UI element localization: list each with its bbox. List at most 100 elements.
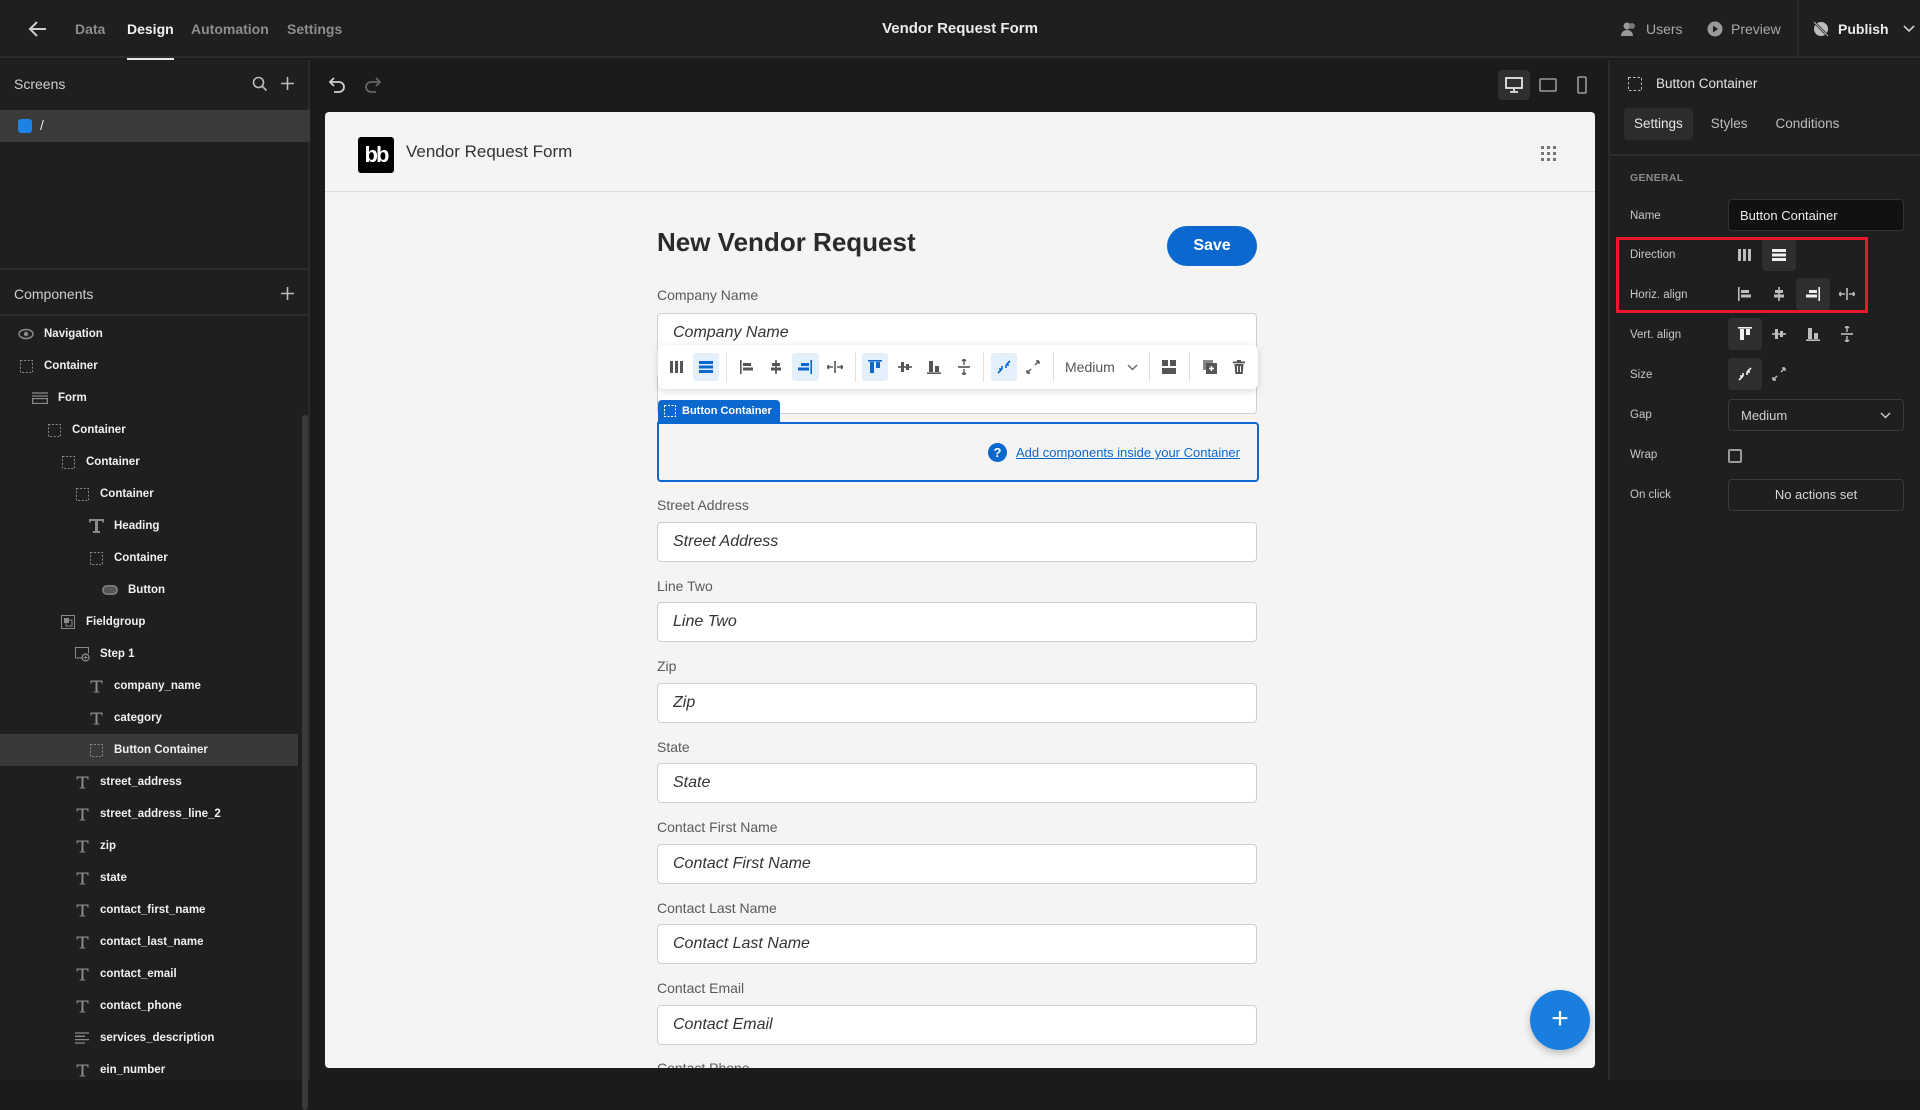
valign-top-button[interactable] xyxy=(862,353,889,381)
grid-menu-icon[interactable] xyxy=(1541,146,1557,162)
button-container-dropzone[interactable]: ? Add components inside your Container xyxy=(657,422,1259,482)
tree-item[interactable]: Heading xyxy=(0,510,298,542)
tab-settings-panel[interactable]: Settings xyxy=(1624,108,1693,140)
tab-settings[interactable]: Settings xyxy=(287,0,342,58)
tab-conditions[interactable]: Conditions xyxy=(1766,108,1850,140)
button-icon xyxy=(102,582,118,598)
tree-item[interactable]: Container xyxy=(0,446,298,478)
tab-styles[interactable]: Styles xyxy=(1701,108,1758,140)
tree-item[interactable]: Button xyxy=(0,574,298,606)
wrap-checkbox[interactable] xyxy=(1728,449,1742,463)
help-icon: ? xyxy=(987,443,1007,462)
save-button[interactable]: Save xyxy=(1167,226,1257,266)
tree-item[interactable]: street_address xyxy=(0,766,298,798)
duplicate-button[interactable] xyxy=(1197,353,1223,381)
tree-item[interactable]: company_name xyxy=(0,670,298,702)
valign-stretch-button[interactable] xyxy=(1830,318,1864,350)
size-shrink-button[interactable] xyxy=(1728,358,1762,390)
tree-item[interactable]: ein_number xyxy=(0,1054,298,1086)
align-stretch-button[interactable] xyxy=(1830,278,1864,310)
globe-off-icon xyxy=(1813,21,1829,37)
align-center-button[interactable] xyxy=(763,353,789,381)
add-component-icon[interactable] xyxy=(280,286,295,301)
tree-item[interactable]: category xyxy=(0,702,298,734)
state-input[interactable] xyxy=(657,763,1257,803)
gap-select[interactable]: Medium xyxy=(1728,399,1904,431)
size-grow-button[interactable] xyxy=(1020,353,1046,381)
delete-button[interactable] xyxy=(1226,353,1252,381)
tree-item[interactable]: contact_phone xyxy=(0,990,298,1022)
tree-item-label: ein_number xyxy=(100,1064,166,1076)
street-address-input[interactable] xyxy=(657,522,1257,562)
tree-item-label: contact_first_name xyxy=(100,904,206,916)
tree-item[interactable]: Form xyxy=(0,382,298,414)
direction-horizontal-button[interactable] xyxy=(664,353,690,381)
align-left-button[interactable] xyxy=(733,353,759,381)
tree-item[interactable]: Fieldgroup xyxy=(0,606,298,638)
screen-item[interactable]: / xyxy=(0,110,310,142)
contact-last-name-input[interactable] xyxy=(657,924,1257,964)
tree-item[interactable]: contact_last_name xyxy=(0,926,298,958)
layout-button[interactable] xyxy=(1156,353,1182,381)
align-left-button[interactable] xyxy=(1728,278,1762,310)
valign-bottom-button[interactable] xyxy=(921,353,947,381)
direction-vertical-button[interactable] xyxy=(1762,239,1796,271)
undo-icon[interactable] xyxy=(328,74,348,94)
tree-item[interactable]: Step 1 xyxy=(0,638,298,670)
tree-item[interactable]: street_address_line_2 xyxy=(0,798,298,830)
direction-vertical-button[interactable] xyxy=(692,353,720,381)
valign-top-button[interactable] xyxy=(1728,318,1762,350)
tree-item[interactable]: Container xyxy=(0,478,298,510)
tree-item[interactable]: Navigation xyxy=(0,318,298,350)
add-screen-icon[interactable] xyxy=(280,76,295,91)
size-grow-button[interactable] xyxy=(1762,358,1796,390)
mobile-view-button[interactable] xyxy=(1566,70,1598,100)
tree-item[interactable]: services_description xyxy=(0,1022,298,1054)
align-right-button[interactable] xyxy=(1796,278,1830,310)
settings-tabs: Settings Styles Conditions xyxy=(1624,108,1849,140)
tab-design[interactable]: Design xyxy=(127,0,174,60)
add-component-fab[interactable]: + xyxy=(1530,990,1590,1050)
valign-middle-button[interactable] xyxy=(1762,318,1796,350)
tree-item[interactable]: zip xyxy=(0,830,298,862)
tree-item[interactable]: Container xyxy=(0,414,298,446)
tree-scrollbar[interactable] xyxy=(302,415,308,1110)
redo-icon[interactable] xyxy=(362,74,382,94)
valign-middle-button[interactable] xyxy=(891,353,917,381)
back-arrow-icon[interactable] xyxy=(26,18,50,40)
selected-component-tag[interactable]: Button Container xyxy=(658,400,780,422)
valign-bottom-button[interactable] xyxy=(1796,318,1830,350)
tab-automation[interactable]: Automation xyxy=(191,0,269,58)
gap-select[interactable]: Medium xyxy=(1059,359,1144,375)
valign-stretch-button[interactable] xyxy=(950,353,976,381)
line-two-input[interactable] xyxy=(657,602,1257,642)
tree-item[interactable]: Container xyxy=(0,350,298,382)
container-icon xyxy=(18,358,34,374)
tree-item[interactable]: Button Container xyxy=(0,734,298,766)
search-icon[interactable] xyxy=(252,76,268,92)
onclick-actions-button[interactable]: No actions set xyxy=(1728,479,1904,511)
tree-item[interactable]: Container xyxy=(0,542,298,574)
desktop-view-button[interactable] xyxy=(1498,70,1530,100)
app-nav-bar: bb Vendor Request Form xyxy=(325,112,1595,192)
preview-button[interactable]: Preview xyxy=(1707,0,1781,58)
contact-email-input[interactable] xyxy=(657,1005,1257,1045)
tablet-view-button[interactable] xyxy=(1532,70,1564,100)
zip-input[interactable] xyxy=(657,683,1257,723)
align-stretch-button[interactable] xyxy=(822,353,848,381)
chevron-down-icon[interactable] xyxy=(1902,25,1915,33)
direction-horizontal-button[interactable] xyxy=(1728,239,1762,271)
add-components-link[interactable]: ? Add components inside your Container xyxy=(987,443,1240,462)
tree-item[interactable]: contact_email xyxy=(0,958,298,990)
tab-data[interactable]: Data xyxy=(75,0,105,58)
size-shrink-button[interactable] xyxy=(990,353,1018,381)
align-center-button[interactable] xyxy=(1762,278,1796,310)
screen-route: / xyxy=(40,117,44,133)
users-button[interactable]: Users xyxy=(1620,0,1683,58)
tree-item[interactable]: contact_first_name xyxy=(0,894,298,926)
contact-first-name-input[interactable] xyxy=(657,844,1257,884)
tree-item[interactable]: state xyxy=(0,862,298,894)
name-input[interactable] xyxy=(1728,199,1904,231)
publish-button[interactable]: Publish xyxy=(1812,0,1915,58)
align-right-button[interactable] xyxy=(792,353,819,381)
